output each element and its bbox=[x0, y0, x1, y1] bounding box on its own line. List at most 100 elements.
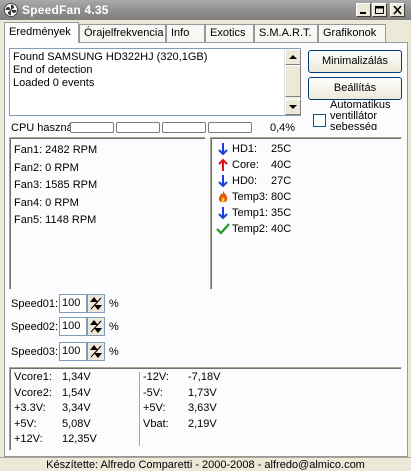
log-scrollbar[interactable] bbox=[284, 49, 301, 115]
cpu-bar-segment bbox=[116, 122, 160, 133]
spin-arrows-icon bbox=[90, 345, 102, 358]
maximize-icon bbox=[375, 6, 384, 14]
speed03-unit: % bbox=[109, 346, 119, 358]
scroll-down-button[interactable] bbox=[285, 99, 301, 115]
speed02-spinner[interactable] bbox=[87, 317, 105, 336]
log-line: Found SAMSUNG HD322HJ (320,1GB) bbox=[13, 51, 208, 63]
temp-value: 40C bbox=[271, 223, 292, 235]
fan-reading: Fan2: 0 RPM bbox=[14, 161, 79, 174]
speed01-label: Speed01: bbox=[11, 298, 59, 310]
speed01-unit: % bbox=[109, 298, 119, 310]
cpu-bar-segment bbox=[70, 122, 114, 133]
speed02-unit: % bbox=[109, 321, 119, 333]
tab-info[interactable]: Info bbox=[166, 24, 205, 42]
scroll-thumb[interactable] bbox=[285, 65, 301, 97]
flame-icon bbox=[218, 191, 228, 203]
window-title: SpeedFan 4.35 bbox=[22, 3, 109, 17]
log-line: End of detection bbox=[13, 64, 93, 76]
minimize-icon bbox=[360, 12, 366, 14]
spin-arrows-icon bbox=[90, 320, 102, 333]
temp-value: 40C bbox=[271, 159, 292, 171]
cpu-bar-segment bbox=[208, 122, 252, 133]
checkmark-icon bbox=[216, 223, 230, 235]
temp-name: HD1: bbox=[232, 143, 258, 155]
tab-grafikonok[interactable]: Grafikonok bbox=[318, 24, 386, 42]
voltage-value: 1,34V bbox=[62, 371, 91, 383]
tab-label: Exotics bbox=[210, 27, 246, 39]
temp-name: Temp3: bbox=[232, 191, 269, 203]
minimize-button[interactable]: Minimalizálás bbox=[308, 50, 402, 73]
voltage-value: 12,35V bbox=[62, 433, 97, 445]
tab-orajelfrekvencia[interactable]: Órajelfrekvencia bbox=[79, 24, 166, 42]
log-lines: Found SAMSUNG HD322HJ (320,1GB) End of d… bbox=[13, 51, 207, 90]
speed02-label: Speed02: bbox=[11, 321, 59, 333]
speed02-input[interactable]: 100 bbox=[59, 317, 87, 336]
temperatures-panel: HD1: 25C Core: 40C HD0: 27C Temp3: 80C T… bbox=[210, 137, 402, 290]
arrow-up-icon bbox=[218, 158, 228, 171]
tab-label: S.M.A.R.T. bbox=[259, 27, 312, 39]
tab-eredmenyek[interactable]: Eredmények bbox=[4, 22, 79, 43]
tab-exotics[interactable]: Exotics bbox=[205, 24, 254, 42]
voltage-values-right: -7,18V 1,73V 3,63V 2,19V bbox=[188, 370, 220, 432]
voltage-name: -12V: bbox=[143, 371, 169, 383]
arrow-down-icon bbox=[218, 207, 228, 220]
voltage-names-right: -12V: -5V: +5V: Vbat: bbox=[143, 370, 169, 432]
speed03-spinner[interactable] bbox=[87, 342, 105, 361]
fan-reading: Fan1: 2482 RPM bbox=[14, 144, 98, 156]
tab-smart[interactable]: S.M.A.R.T. bbox=[254, 24, 318, 42]
speed03-input[interactable]: 100 bbox=[59, 342, 87, 361]
title-bar: SpeedFan 4.35 bbox=[0, 0, 411, 20]
arrow-up-small-icon bbox=[289, 55, 297, 59]
voltage-values-left: 1,34V 1,54V 3,34V 5,08V 12,35V bbox=[62, 370, 97, 448]
voltage-divider bbox=[139, 372, 140, 446]
fan-icon bbox=[4, 3, 18, 17]
spin-arrows-icon bbox=[90, 297, 102, 310]
fan-reading: Fan3: 1585 RPM bbox=[14, 179, 98, 191]
minimize-window-button[interactable] bbox=[356, 3, 371, 17]
close-icon bbox=[393, 6, 402, 15]
close-window-button[interactable] bbox=[390, 3, 405, 17]
fans-panel: Fan1: 2482 RPM Fan2: 0 RPM Fan3: 1585 RP… bbox=[9, 137, 206, 290]
temp-name: HD0: bbox=[232, 175, 258, 187]
tab-label: Eredmények bbox=[9, 26, 71, 38]
scroll-up-button[interactable] bbox=[285, 49, 301, 65]
maximize-window-button[interactable] bbox=[372, 3, 387, 17]
temp-value: 27C bbox=[271, 175, 292, 187]
cpu-bar-segment bbox=[162, 122, 206, 133]
temp-name: Core: bbox=[232, 159, 259, 171]
temp-name: Temp1: bbox=[232, 207, 269, 219]
voltage-name: +5V: bbox=[143, 402, 166, 414]
arrow-down-icon bbox=[218, 175, 228, 188]
temp-value: 25C bbox=[271, 143, 292, 155]
fan-reading: Fan5: 1148 RPM bbox=[14, 214, 97, 226]
voltage-name: +3.3V: bbox=[14, 402, 46, 414]
voltage-name: Vbat: bbox=[143, 417, 169, 430]
log-line: Loaded 0 events bbox=[13, 77, 95, 89]
auto-fan-checkbox[interactable] bbox=[313, 114, 326, 127]
arrow-down-icon bbox=[218, 143, 228, 156]
voltage-name: +12V: bbox=[14, 433, 43, 445]
event-log[interactable]: Found SAMSUNG HD322HJ (320,1GB) End of d… bbox=[9, 48, 301, 116]
fan-reading: Fan4: 0 RPM bbox=[14, 196, 79, 209]
voltage-value: 5,08V bbox=[62, 417, 91, 430]
voltage-value: 3,34V bbox=[62, 402, 91, 414]
voltage-value: 2,19V bbox=[188, 417, 217, 430]
settings-button[interactable]: Beállítás bbox=[308, 77, 402, 100]
voltage-value: -7,18V bbox=[188, 371, 221, 383]
tab-label: Info bbox=[171, 27, 190, 39]
speed01-input[interactable]: 100 bbox=[59, 294, 87, 313]
cpu-usage-label: CPU haszná bbox=[11, 122, 73, 134]
tab-label: Grafikonok bbox=[323, 27, 377, 39]
voltage-value: 1,73V bbox=[188, 386, 217, 399]
voltage-names-left: Vcore1: Vcore2: +3.3V: +5V: +12V: bbox=[14, 370, 52, 448]
temp-value: 35C bbox=[271, 207, 292, 219]
voltage-value: 3,63V bbox=[188, 402, 217, 414]
voltage-name: Vcore2: bbox=[14, 386, 52, 399]
speed01-spinner[interactable] bbox=[87, 294, 105, 313]
temp-name: Temp2: bbox=[232, 223, 269, 235]
cpu-usage-percent: 0,4% bbox=[270, 122, 296, 134]
voltage-value: 1,54V bbox=[62, 386, 91, 399]
speed03-label: Speed03: bbox=[11, 346, 59, 358]
tab-label: Órajelfrekvencia bbox=[84, 27, 164, 39]
voltage-name: +5V: bbox=[14, 417, 37, 430]
